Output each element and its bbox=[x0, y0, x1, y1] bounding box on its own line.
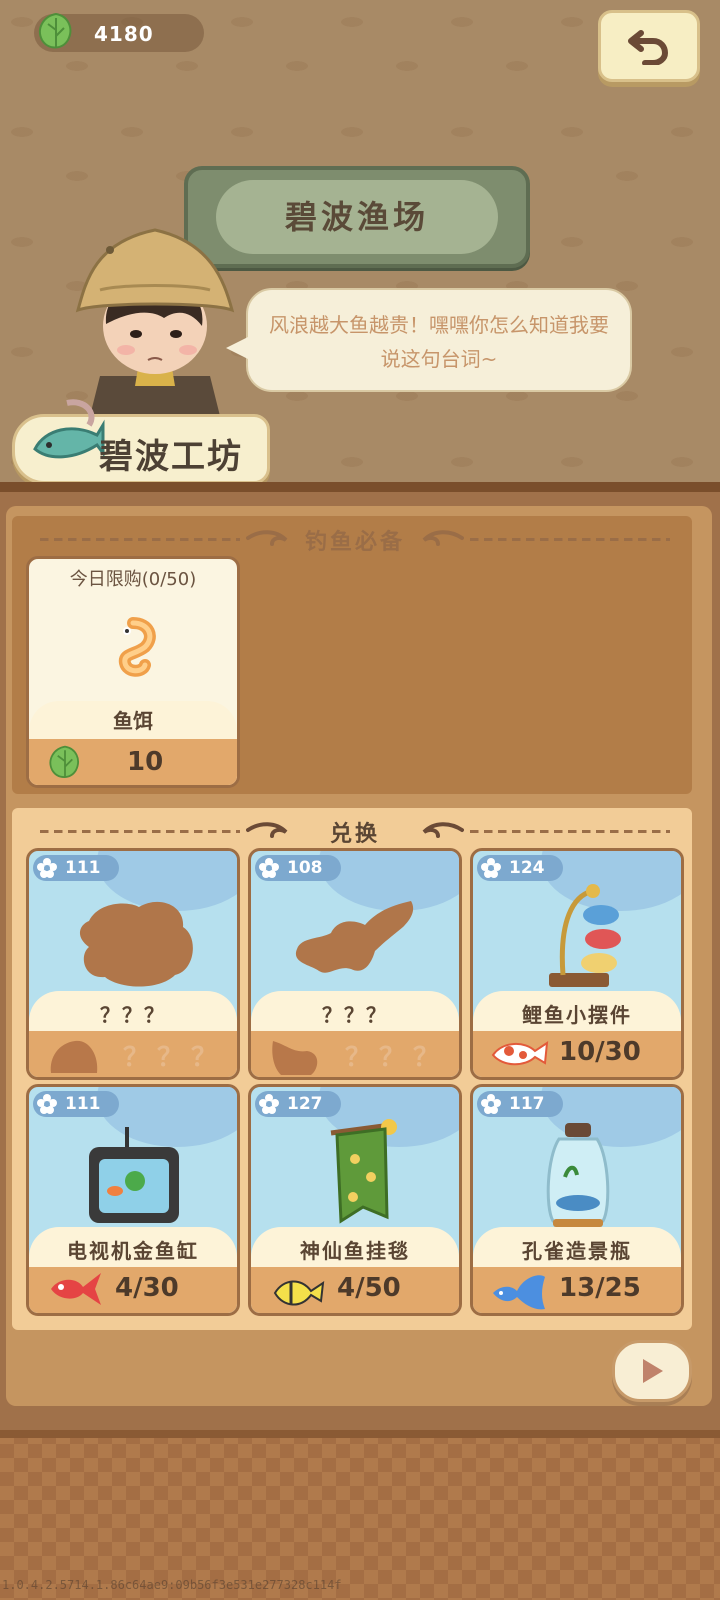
level-badge: 124 bbox=[477, 855, 563, 881]
level-number: 111 bbox=[65, 1094, 101, 1114]
item-progress: 13/25 bbox=[559, 1273, 641, 1303]
leaf-icon bbox=[49, 745, 79, 778]
level-number: 108 bbox=[287, 858, 323, 878]
npc-dialogue-text: 风浪越大鱼越贵！嘿嘿你怎么知道我要说这句台词~ bbox=[269, 313, 609, 371]
currency-amount: 4180 bbox=[94, 22, 154, 46]
level-badge: 127 bbox=[255, 1091, 341, 1117]
bubble-tail bbox=[226, 336, 250, 360]
undo-arrow-icon bbox=[628, 30, 669, 65]
bait-shop-card[interactable]: 今日限购(0/50) 鱼饵 10 bbox=[26, 556, 240, 788]
footer-decoration bbox=[0, 1430, 720, 1600]
angelfish-icon bbox=[273, 1280, 325, 1306]
flower-icon bbox=[37, 858, 57, 878]
exchange-card[interactable]: 124 鲤鱼小摆件 10/30 bbox=[470, 848, 684, 1080]
item-name: 神仙鱼挂毯 bbox=[300, 1239, 410, 1263]
locked-item-silhouette bbox=[79, 901, 193, 987]
swirl-ornament-icon bbox=[422, 822, 464, 838]
exchange-card[interactable]: 111 ？？？ ？？？ bbox=[26, 848, 240, 1080]
divider-line bbox=[470, 830, 670, 833]
flower-icon bbox=[37, 1094, 57, 1114]
angelfish-tapestry-image bbox=[330, 1119, 397, 1224]
guppy-icon bbox=[493, 1275, 545, 1310]
flower-icon bbox=[481, 1094, 501, 1114]
swirl-ornament-icon bbox=[422, 530, 464, 546]
level-badge: 111 bbox=[33, 855, 119, 881]
play-triangle-icon bbox=[643, 1359, 663, 1383]
leaf-icon bbox=[38, 12, 72, 49]
divider-line bbox=[470, 538, 670, 541]
goldfish-icon bbox=[51, 1273, 101, 1305]
bait-name: 鱼饵 bbox=[113, 709, 153, 733]
level-number: 127 bbox=[287, 1094, 323, 1114]
koi-ornament-image bbox=[549, 884, 621, 987]
shop-name: 碧波工坊 bbox=[99, 437, 243, 477]
version-text: 1.0.4.2.5714.1.86c64ae9:09b56f3e531e2773… bbox=[2, 1578, 342, 1592]
exchange-card[interactable]: 117 孔雀造景瓶 13/25 bbox=[470, 1084, 684, 1316]
essentials-header: 钓鱼必备 bbox=[40, 524, 670, 555]
shop-name-tag: 碧波工坊 bbox=[12, 399, 270, 484]
item-progress: 4/30 bbox=[115, 1273, 179, 1303]
item-name: 鲤鱼小摆件 bbox=[522, 1003, 632, 1027]
item-name: 孔雀造景瓶 bbox=[522, 1239, 632, 1263]
exchange-card[interactable]: 108 ？？？ ？？？ bbox=[248, 848, 462, 1080]
flower-icon bbox=[481, 858, 501, 878]
item-progress: ？？？ bbox=[345, 1043, 448, 1073]
item-name: 电视机金鱼缸 bbox=[67, 1239, 199, 1263]
npc-dialogue-bubble: 风浪越大鱼越贵！嘿嘿你怎么知道我要说这句台词~ bbox=[226, 288, 632, 392]
flower-icon bbox=[259, 1094, 279, 1114]
back-button[interactable] bbox=[598, 10, 700, 82]
item-name: ？？？ bbox=[100, 1003, 166, 1027]
exchange-card[interactable]: 127 神仙鱼挂毯 4/50 bbox=[248, 1084, 462, 1316]
item-progress: 4/50 bbox=[337, 1273, 401, 1303]
bait-price: 10 bbox=[127, 747, 164, 777]
level-badge: 117 bbox=[477, 1091, 563, 1117]
level-badge: 111 bbox=[33, 1091, 119, 1117]
bait-icon bbox=[118, 617, 156, 677]
item-name: ？？？ bbox=[322, 1003, 388, 1027]
tv-fish-tank-image bbox=[89, 1127, 179, 1223]
footer-border bbox=[0, 1430, 720, 1438]
shop-fish-icon bbox=[33, 399, 105, 459]
level-badge: 108 bbox=[255, 855, 341, 881]
fish-silhouette-icon bbox=[50, 1040, 98, 1073]
flower-icon bbox=[259, 858, 279, 878]
panel-top-border bbox=[0, 482, 720, 492]
koi-fish-icon bbox=[491, 1040, 549, 1066]
item-progress: 10/30 bbox=[559, 1037, 641, 1067]
level-number: 124 bbox=[509, 858, 545, 878]
daily-limit-label: 今日限购(0/50) bbox=[69, 569, 197, 590]
next-page-button[interactable] bbox=[612, 1340, 692, 1402]
level-number: 117 bbox=[509, 1094, 545, 1114]
terrarium-bottle-image bbox=[546, 1123, 610, 1227]
item-progress: ？？？ bbox=[123, 1043, 226, 1073]
fish-silhouette-icon bbox=[272, 1041, 318, 1075]
npc-character bbox=[75, 228, 235, 416]
level-number: 111 bbox=[65, 858, 101, 878]
locked-item-silhouette bbox=[295, 901, 414, 973]
currency-display: 4180 bbox=[34, 12, 204, 52]
exchange-card[interactable]: 111 电视机金鱼缸 4/30 bbox=[26, 1084, 240, 1316]
exchange-header: 兑换 bbox=[40, 816, 670, 847]
